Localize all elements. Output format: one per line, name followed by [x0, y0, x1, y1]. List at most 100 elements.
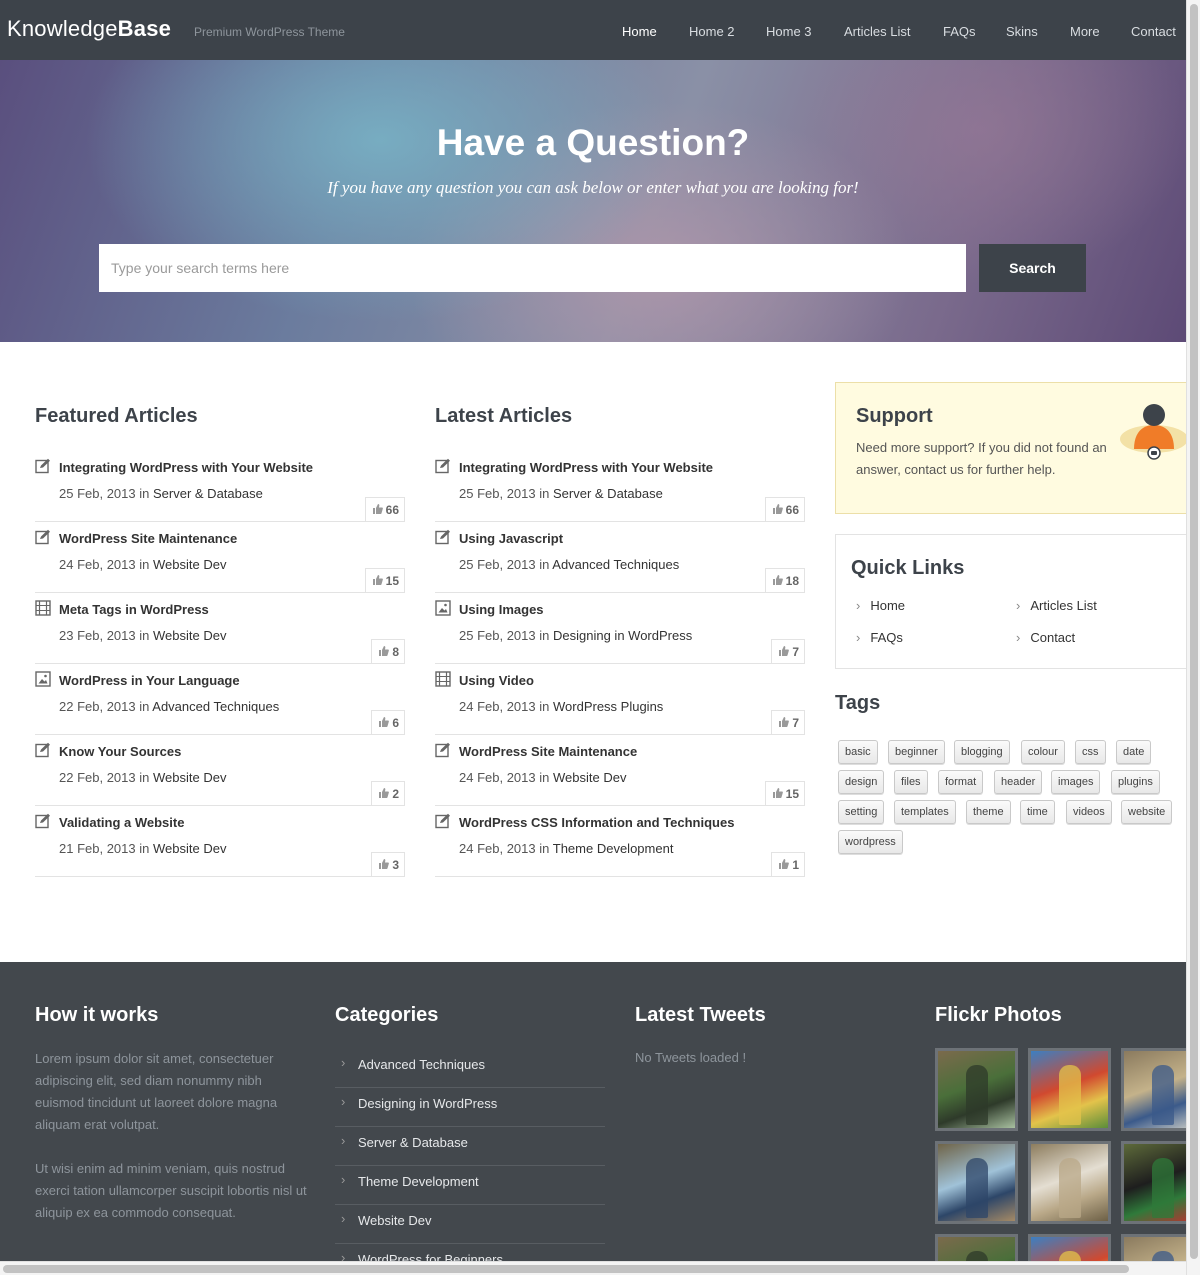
flickr-photo[interactable]: [1121, 1048, 1186, 1131]
footer-category-item[interactable]: Advanced Techniques: [335, 1049, 605, 1088]
vertical-scrollbar[interactable]: [1186, 0, 1200, 1275]
article-title-link[interactable]: Using Javascript: [459, 531, 563, 546]
flickr-photo[interactable]: [935, 1048, 1018, 1131]
nav-more[interactable]: More: [1070, 24, 1100, 39]
quick-link-contact[interactable]: Contact: [1016, 630, 1075, 645]
article-item[interactable]: Using Images 25 Feb, 2013 in Designing in…: [435, 600, 805, 664]
tag-link[interactable]: blogging: [954, 740, 1010, 764]
article-category-link[interactable]: Website Dev: [153, 628, 226, 643]
article-title-link[interactable]: Using Images: [459, 602, 544, 617]
article-category-link[interactable]: Advanced Techniques: [552, 557, 679, 572]
article-item[interactable]: Integrating WordPress with Your Website 2…: [35, 458, 405, 522]
article-item[interactable]: Using Javascript 25 Feb, 2013 in Advanced…: [435, 529, 805, 593]
tag-link[interactable]: theme: [966, 800, 1011, 824]
article-item[interactable]: WordPress in Your Language 22 Feb, 2013 i…: [35, 671, 405, 735]
tag-link[interactable]: css: [1075, 740, 1106, 764]
article-title-link[interactable]: Meta Tags in WordPress: [59, 602, 209, 617]
tag-link[interactable]: wordpress: [838, 830, 903, 854]
article-meta: 24 Feb, 2013 in Website Dev: [459, 770, 626, 785]
article-category-link[interactable]: Advanced Techniques: [152, 699, 279, 714]
article-item[interactable]: WordPress Site Maintenance 24 Feb, 2013 i…: [35, 529, 405, 593]
article-title-link[interactable]: Know Your Sources: [59, 744, 181, 759]
article-item[interactable]: WordPress CSS Information and Techniques…: [435, 813, 805, 877]
article-date: 21 Feb, 2013: [59, 841, 136, 856]
photo-figure: [966, 1065, 988, 1125]
nav-contact[interactable]: Contact: [1131, 24, 1176, 39]
footer-category-label: Server & Database: [358, 1135, 468, 1150]
article-category-link[interactable]: Server & Database: [153, 486, 263, 501]
nav-faqs[interactable]: FAQs: [943, 24, 976, 39]
search-input[interactable]: [99, 244, 966, 292]
tag-link[interactable]: colour: [1021, 740, 1065, 764]
article-title-link[interactable]: WordPress CSS Information and Techniques: [459, 815, 734, 830]
article-title-link[interactable]: Integrating WordPress with Your Website: [459, 460, 713, 475]
nav-home[interactable]: Home: [622, 24, 657, 39]
flickr-photo[interactable]: [1121, 1141, 1186, 1224]
article-title-link[interactable]: Using Video: [459, 673, 534, 688]
nav-articles-list[interactable]: Articles List: [844, 24, 910, 39]
quick-link-articles-list[interactable]: Articles List: [1016, 598, 1096, 613]
article-item[interactable]: WordPress Site Maintenance 24 Feb, 2013 i…: [435, 742, 805, 806]
quick-link-home[interactable]: Home: [856, 598, 905, 613]
tag-link[interactable]: setting: [838, 800, 885, 824]
article-title-link[interactable]: WordPress Site Maintenance: [459, 744, 637, 759]
tag-link[interactable]: files: [894, 770, 928, 794]
article-item[interactable]: Meta Tags in WordPress 23 Feb, 2013 in We…: [35, 600, 405, 664]
tag-link[interactable]: design: [838, 770, 885, 794]
quick-link-faqs[interactable]: FAQs: [856, 630, 903, 645]
tag-link[interactable]: plugins: [1111, 770, 1160, 794]
hero-subtitle: If you have any question you can ask bel…: [327, 178, 859, 197]
tag-link[interactable]: date: [1116, 740, 1152, 764]
article-item[interactable]: Integrating WordPress with Your Website 2…: [435, 458, 805, 522]
nav-skins[interactable]: Skins: [1006, 24, 1038, 39]
article-in: in: [539, 841, 550, 856]
article-category-link[interactable]: Website Dev: [553, 770, 626, 785]
flickr-photo[interactable]: [935, 1141, 1018, 1224]
article-category-link[interactable]: Website Dev: [153, 770, 226, 785]
tag-link[interactable]: header: [994, 770, 1043, 794]
footer-category-item[interactable]: Theme Development: [335, 1166, 605, 1205]
support-text: Need more support? If you did not found …: [856, 440, 1107, 477]
edit-icon: [35, 458, 51, 474]
likes-count: 8: [392, 644, 399, 659]
article-item[interactable]: Using Video 24 Feb, 2013 in WordPress Plu…: [435, 671, 805, 735]
tag-link[interactable]: format: [938, 770, 984, 794]
tag-link[interactable]: basic: [838, 740, 878, 764]
edit-icon: [35, 813, 51, 829]
nav-home-2[interactable]: Home 2: [689, 24, 735, 39]
article-category-link[interactable]: Website Dev: [153, 557, 226, 572]
footer-category-item[interactable]: Website Dev: [335, 1205, 605, 1244]
footer-category-item[interactable]: Designing in WordPress: [335, 1088, 605, 1127]
tag-link[interactable]: time: [1020, 800, 1055, 824]
article-title-link[interactable]: Validating a Website: [59, 815, 184, 830]
article-title-link[interactable]: WordPress Site Maintenance: [59, 531, 237, 546]
flickr-photo[interactable]: [1028, 1048, 1111, 1131]
article-date: 25 Feb, 2013: [459, 628, 536, 643]
vertical-scrollbar-thumb[interactable]: [1190, 4, 1198, 1259]
likes-count: 7: [792, 644, 799, 659]
tag-link[interactable]: images: [1051, 770, 1101, 794]
footer-category-item[interactable]: Server & Database: [335, 1127, 605, 1166]
thumbs-up-icon: [378, 716, 390, 730]
article-item[interactable]: Know Your Sources 22 Feb, 2013 in Website…: [35, 742, 405, 806]
article-item[interactable]: Validating a Website 21 Feb, 2013 in Webs…: [35, 813, 405, 877]
horizontal-scrollbar[interactable]: [0, 1261, 1186, 1275]
article-title-link[interactable]: Integrating WordPress with Your Website: [59, 460, 313, 475]
search-button[interactable]: Search: [979, 244, 1086, 292]
article-date: 25 Feb, 2013: [459, 486, 536, 501]
tag-link[interactable]: videos: [1066, 800, 1112, 824]
tag-link[interactable]: website: [1121, 800, 1173, 824]
article-category-link[interactable]: Server & Database: [553, 486, 663, 501]
tag-link[interactable]: templates: [894, 800, 956, 824]
horizontal-scrollbar-thumb[interactable]: [3, 1265, 1129, 1273]
tag-link[interactable]: beginner: [888, 740, 945, 764]
article-meta: 24 Feb, 2013 in Website Dev: [59, 557, 226, 572]
nav-home-3[interactable]: Home 3: [766, 24, 812, 39]
article-category-link[interactable]: Designing in WordPress: [553, 628, 692, 643]
article-category-link[interactable]: Website Dev: [153, 841, 226, 856]
flickr-photo[interactable]: [1028, 1141, 1111, 1224]
article-category-link[interactable]: WordPress Plugins: [553, 699, 663, 714]
article-category-link[interactable]: Theme Development: [553, 841, 674, 856]
article-title-link[interactable]: WordPress in Your Language: [59, 673, 240, 688]
likes-count: 1: [792, 857, 799, 872]
